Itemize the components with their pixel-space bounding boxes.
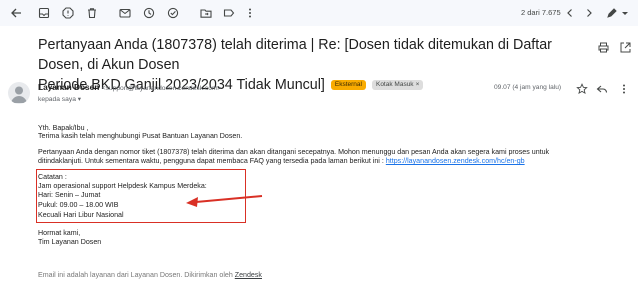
recipient-details[interactable]: kepada saya ▾ [38,95,81,103]
inbox-label-text: Kotak Masuk [375,81,414,88]
thanks-line: Terima kasih telah menghubungi Pusat Ban… [38,132,243,140]
chevron-down-icon[interactable]: ▾ [78,96,81,103]
paragraph-line-1: Pertanyaan Anda dengan nomor tiket (1807… [38,148,550,156]
open-new-window-icon[interactable] [620,40,631,53]
inbox-label[interactable]: Kotak Masuk × [371,80,424,90]
snooze-icon[interactable] [142,6,156,20]
remove-label-icon[interactable]: × [416,81,420,88]
report-spam-icon[interactable] [61,6,75,20]
more-icon[interactable] [243,6,257,20]
reply-icon[interactable] [596,82,608,94]
sender-name[interactable]: Layanan Dosen [38,82,99,92]
closing: Hormat kami, [38,229,81,237]
archive-icon[interactable] [37,6,51,20]
delete-icon[interactable] [85,6,99,20]
star-icon[interactable] [576,82,588,95]
email-toolbar: 2 dari 7.675 [0,0,638,26]
dropdown-icon[interactable] [618,6,632,20]
email-footer: Email ini adalah layanan dari Layanan Do… [38,271,262,279]
move-to-icon[interactable] [199,6,213,20]
signature: Tim Layanan Dosen [38,238,102,246]
mark-unread-icon[interactable] [118,6,132,20]
sender-line: Layanan Dosen <support@layanandosen.zend… [38,82,221,92]
older-icon[interactable] [582,6,596,20]
paragraph-line-2-text: ditindaklanjuti. Untuk sementara waktu, … [38,157,386,165]
input-tools-icon[interactable] [605,6,619,20]
sender-email: <support@layanandosen.zendesk.com> [101,85,222,92]
external-label: Eksternal [330,80,366,90]
more-options-icon[interactable] [618,82,630,94]
zendesk-link[interactable]: Zendesk [235,271,262,279]
newer-icon[interactable] [563,6,577,20]
recipient-text: kepada saya [38,96,76,103]
label-icon[interactable] [222,6,236,20]
email-date: 09.07 (4 jam yang lalu) [494,84,562,91]
annotation-arrow [186,195,263,207]
message-counter: 2 dari 7.675 [521,8,561,17]
subject-line-1: Pertanyaan Anda (1807378) telah diterima… [38,37,552,73]
footer-text: Email ini adalah layanan dari Layanan Do… [38,271,235,279]
print-icon[interactable] [598,40,609,53]
avatar[interactable] [8,82,30,104]
paragraph-line-2: ditindaklanjuti. Untuk sementara waktu, … [38,157,525,166]
add-to-tasks-icon[interactable] [166,6,180,20]
back-arrow-icon[interactable] [9,6,23,20]
faq-link[interactable]: https://layanandosen.zendesk.com/hc/en-g… [386,157,525,165]
